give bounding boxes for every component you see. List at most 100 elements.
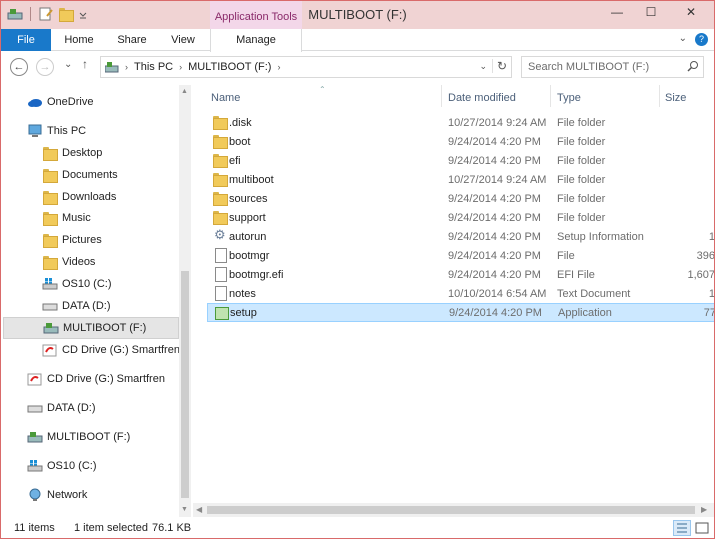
file-row-selected[interactable]: setup 9/24/2014 4:20 PM Application 77 <box>207 303 714 322</box>
customize-toolbar-icon[interactable] <box>78 7 94 21</box>
up-button[interactable]: ↑ <box>82 57 88 71</box>
expand-ribbon-icon[interactable]: ⌄ <box>679 33 687 46</box>
file-date: 9/24/2014 4:20 PM <box>448 268 541 281</box>
minimize-button[interactable]: — <box>600 1 634 23</box>
large-icons-view-icon <box>695 522 709 534</box>
column-divider[interactable] <box>550 85 551 107</box>
column-header-type[interactable]: Type <box>557 87 581 109</box>
nav-item-music[interactable]: Music <box>42 207 91 229</box>
address-bar[interactable]: › This PC › MULTIBOOT (F:) › ⌄ ↻ <box>100 56 512 78</box>
scroll-down-icon[interactable]: ▼ <box>181 506 188 513</box>
folder-icon <box>42 255 58 270</box>
maximize-button[interactable]: ☐ <box>634 1 668 23</box>
file-row[interactable]: sources 9/24/2014 4:20 PM File folder <box>207 189 714 208</box>
file-type: File <box>557 249 575 262</box>
forward-button[interactable]: → <box>36 58 54 76</box>
file-row[interactable]: .disk 10/27/2014 9:24 AM File folder <box>207 113 714 132</box>
breadcrumb-separator[interactable]: › <box>125 62 128 72</box>
nav-item-documents[interactable]: Documents <box>42 164 118 186</box>
file-row[interactable]: bootmgr 9/24/2014 4:20 PM File 396 <box>207 246 714 265</box>
nav-item-videos[interactable]: Videos <box>42 251 95 273</box>
file-name: efi <box>229 154 241 167</box>
explorer-window: Application Tools MULTIBOOT (F:) — ☐ ✕ F… <box>0 0 715 539</box>
nav-item-cd-drive-g[interactable]: CD Drive (G:) Smartfren <box>42 339 180 361</box>
network-icon <box>27 488 43 502</box>
file-date: 9/24/2014 4:20 PM <box>448 249 541 262</box>
large-icons-view-button[interactable] <box>693 520 711 536</box>
breadcrumb-separator[interactable]: › <box>179 62 182 72</box>
new-folder-icon[interactable] <box>58 7 74 22</box>
breadcrumb-this-pc[interactable]: This PC <box>134 61 173 73</box>
scrollbar-thumb[interactable] <box>181 271 189 498</box>
nav-item-network[interactable]: Network <box>27 484 87 506</box>
search-icon[interactable] <box>687 60 699 72</box>
nav-item-multiboot-f[interactable]: MULTIBOOT (F:) <box>3 317 179 339</box>
file-name: bootmgr <box>229 249 270 262</box>
nav-pane-scrollbar[interactable]: ▲ ▼ <box>179 85 191 517</box>
file-row[interactable]: multiboot 10/27/2014 9:24 AM File folder <box>207 170 714 189</box>
tab-share[interactable]: Share <box>110 29 154 51</box>
recent-locations-button[interactable]: ⌄ <box>64 59 72 70</box>
nav-item-os10-c-root[interactable]: OS10 (C:) <box>27 455 97 477</box>
file-date: 9/24/2014 4:20 PM <box>448 230 541 243</box>
breadcrumb-multiboot[interactable]: MULTIBOOT (F:) <box>188 61 271 73</box>
file-row[interactable]: bootmgr.efi 9/24/2014 4:20 PM EFI File 1… <box>207 265 714 284</box>
nav-item-os10-c[interactable]: OS10 (C:) <box>42 273 112 295</box>
close-button[interactable]: ✕ <box>668 1 714 23</box>
nav-item-pictures[interactable]: Pictures <box>42 229 102 251</box>
file-row[interactable]: boot 9/24/2014 4:20 PM File folder <box>207 132 714 151</box>
search-input[interactable] <box>522 57 682 77</box>
column-header-date[interactable]: Date modified <box>448 87 516 109</box>
nav-item-data-d[interactable]: DATA (D:) <box>42 295 110 317</box>
folder-icon <box>212 191 228 206</box>
toolbar-divider <box>30 7 31 21</box>
scroll-up-icon[interactable]: ▲ <box>181 88 188 95</box>
file-row[interactable]: support 9/24/2014 4:20 PM File folder <box>207 208 714 227</box>
nav-item-this-pc[interactable]: This PC <box>27 120 86 142</box>
usb-drive-icon <box>104 61 119 73</box>
status-bar: 11 items 1 item selected 76.1 KB <box>1 517 714 538</box>
nav-item-onedrive[interactable]: OneDrive <box>27 91 93 113</box>
breadcrumb-separator[interactable]: › <box>277 62 280 72</box>
file-row[interactable]: notes 10/10/2014 6:54 AM Text Document 1 <box>207 284 714 303</box>
tab-manage[interactable]: Manage <box>210 29 302 52</box>
address-dropdown-button[interactable]: ⌄ <box>479 61 487 72</box>
scrollbar-thumb[interactable] <box>207 506 695 514</box>
nav-item-multiboot-f-root[interactable]: MULTIBOOT (F:) <box>27 426 130 448</box>
sort-ascending-icon: ⌃ <box>319 85 326 94</box>
column-header-name[interactable]: Name <box>211 87 240 109</box>
file-type: File folder <box>557 154 606 167</box>
file-name: .disk <box>229 116 252 129</box>
help-icon[interactable]: ? <box>695 33 708 46</box>
tab-view[interactable]: View <box>161 29 205 51</box>
tab-home[interactable]: Home <box>57 29 101 51</box>
file-row[interactable]: efi 9/24/2014 4:20 PM File folder <box>207 151 714 170</box>
item-count: 11 items <box>14 522 55 534</box>
windows-drive-icon <box>27 459 43 473</box>
drive-icon <box>42 299 58 313</box>
properties-icon[interactable] <box>38 7 54 21</box>
nav-item-downloads[interactable]: Downloads <box>42 186 116 208</box>
file-row[interactable]: autorun 9/24/2014 4:20 PM Setup Informat… <box>207 227 714 246</box>
scroll-right-icon[interactable]: ▶ <box>701 505 707 514</box>
column-divider[interactable] <box>659 85 660 107</box>
usb-drive-icon <box>43 321 59 335</box>
address-row: ← → ⌄ ↑ › This PC › MULTIBOOT (F:) › ⌄ ↻ <box>1 52 714 82</box>
search-box[interactable] <box>521 56 704 78</box>
column-divider[interactable] <box>441 85 442 107</box>
file-list-horizontal-scrollbar[interactable]: ◀ ▶ <box>193 503 714 517</box>
file-type: File folder <box>557 116 606 129</box>
file-type: Application <box>558 306 612 319</box>
details-view-button[interactable] <box>673 520 691 536</box>
nav-item-data-d-root[interactable]: DATA (D:) <box>27 397 95 419</box>
nav-item-cd-drive-g-root[interactable]: CD Drive (G:) Smartfren <box>27 368 165 390</box>
file-name: setup <box>230 306 257 319</box>
refresh-button[interactable]: ↻ <box>491 59 507 73</box>
column-header-size[interactable]: Size <box>665 87 686 109</box>
computer-icon <box>27 124 43 138</box>
scroll-left-icon[interactable]: ◀ <box>196 505 202 514</box>
nav-item-desktop[interactable]: Desktop <box>42 142 102 164</box>
tab-file[interactable]: File <box>1 29 51 51</box>
back-button[interactable]: ← <box>10 58 28 76</box>
file-date: 10/27/2014 9:24 AM <box>448 116 547 129</box>
